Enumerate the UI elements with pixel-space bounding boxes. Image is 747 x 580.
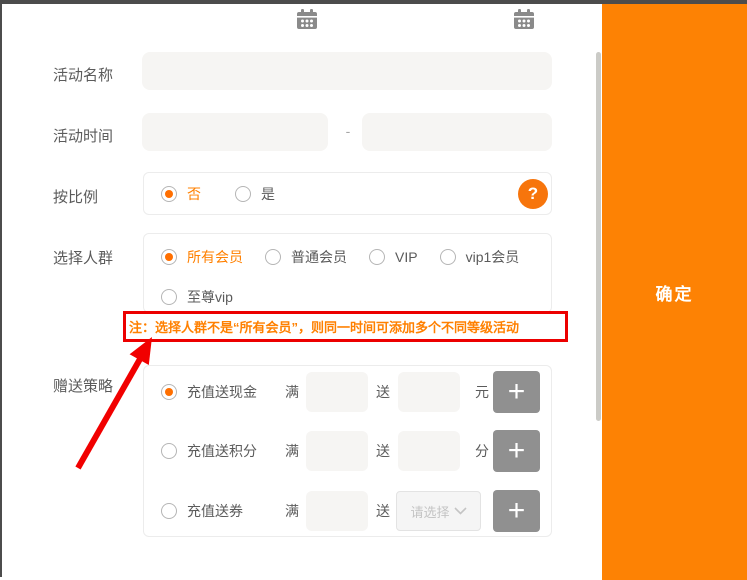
threshold-prefix: 满: [285, 501, 299, 521]
scrollbar[interactable]: [596, 52, 601, 421]
gift-row-points: 充值送积分 满 送 分 +: [144, 430, 551, 472]
activity-name-input[interactable]: [142, 52, 552, 90]
audience-label: 选择人群: [53, 247, 113, 268]
end-date-input[interactable]: [362, 113, 552, 151]
help-icon[interactable]: ?: [518, 179, 548, 209]
gift-mid-label: 送: [376, 501, 390, 521]
chevron-down-icon: [454, 507, 467, 515]
start-date-input[interactable]: [142, 113, 328, 151]
audience-group: 所有会员 普通会员 VIP vip1会员 至尊vip: [143, 233, 552, 313]
confirm-button[interactable]: 确定: [602, 4, 747, 580]
radio-checked-icon: [161, 249, 177, 265]
audience-options-row: 至尊vip: [144, 287, 233, 307]
radio-unchecked-icon[interactable]: [161, 443, 177, 459]
points-threshold-input[interactable]: [306, 431, 368, 471]
radio-unchecked-icon: [235, 186, 251, 202]
gift-mid-label: 送: [376, 382, 390, 402]
coupon-select-dropdown[interactable]: 请选择: [396, 491, 481, 531]
audience-note-text: 注：选择人群不是“所有会员”，则同一时间可添加多个不同等级活动: [129, 317, 519, 336]
audience-option-vip1[interactable]: vip1会员: [440, 247, 520, 267]
points-gift-input[interactable]: [398, 431, 460, 471]
radio-unchecked-icon: [161, 289, 177, 305]
gift-option-label: 充值送券: [187, 501, 257, 521]
recharge-activity-form: 活动名称 活动时间 - 按比例 否 是 ? 选择人群: [0, 0, 747, 580]
by-ratio-group: 否 是 ?: [143, 172, 552, 215]
add-cash-rule-button[interactable]: +: [493, 371, 540, 413]
note-highlight-box: 注：选择人群不是“所有会员”，则同一时间可添加多个不同等级活动: [123, 311, 568, 342]
add-points-rule-button[interactable]: +: [493, 430, 540, 472]
calendar-icon[interactable]: [295, 9, 319, 31]
unit-label: 元: [475, 382, 489, 402]
audience-option-normal[interactable]: 普通会员: [265, 247, 347, 267]
gift-row-coupon: 充值送券 满 送 请选择 +: [144, 490, 551, 532]
ratio-option-no[interactable]: 否: [161, 184, 201, 204]
left-frame-border: [0, 4, 2, 577]
activity-name-label: 活动名称: [53, 64, 113, 85]
activity-time-label: 活动时间: [53, 125, 113, 146]
by-ratio-label: 按比例: [53, 186, 98, 207]
cash-threshold-input[interactable]: [306, 372, 368, 412]
gift-strategy-label: 赠送策略: [53, 375, 113, 396]
date-range-separator: -: [340, 123, 356, 139]
radio-unchecked-icon: [265, 249, 281, 265]
radio-unchecked-icon: [369, 249, 385, 265]
confirm-button-label: 确定: [656, 280, 694, 305]
unit-label: 分: [475, 441, 489, 461]
threshold-prefix: 满: [285, 382, 299, 402]
gift-strategy-group: 充值送现金 满 送 元 + 充值送积分 满 送 分 + 充值送券 满 送 请选择: [143, 365, 552, 537]
calendar-icon[interactable]: [512, 9, 536, 31]
add-coupon-rule-button[interactable]: +: [493, 490, 540, 532]
cash-gift-input[interactable]: [398, 372, 460, 412]
gift-option-label: 充值送积分: [187, 441, 257, 461]
gift-mid-label: 送: [376, 441, 390, 461]
ratio-option-yes[interactable]: 是: [235, 184, 275, 204]
select-placeholder: 请选择: [410, 502, 449, 521]
radio-unchecked-icon[interactable]: [161, 503, 177, 519]
audience-option-vip[interactable]: VIP: [369, 249, 418, 265]
audience-options-row: 所有会员 普通会员 VIP vip1会员: [144, 247, 519, 267]
coupon-threshold-input[interactable]: [306, 491, 368, 531]
gift-option-label: 充值送现金: [187, 382, 257, 402]
radio-checked-icon: [161, 186, 177, 202]
gift-row-cash: 充值送现金 满 送 元 +: [144, 371, 551, 413]
audience-option-supreme-vip[interactable]: 至尊vip: [161, 287, 233, 307]
threshold-prefix: 满: [285, 441, 299, 461]
radio-checked-icon[interactable]: [161, 384, 177, 400]
audience-option-all[interactable]: 所有会员: [161, 247, 243, 267]
radio-unchecked-icon: [440, 249, 456, 265]
